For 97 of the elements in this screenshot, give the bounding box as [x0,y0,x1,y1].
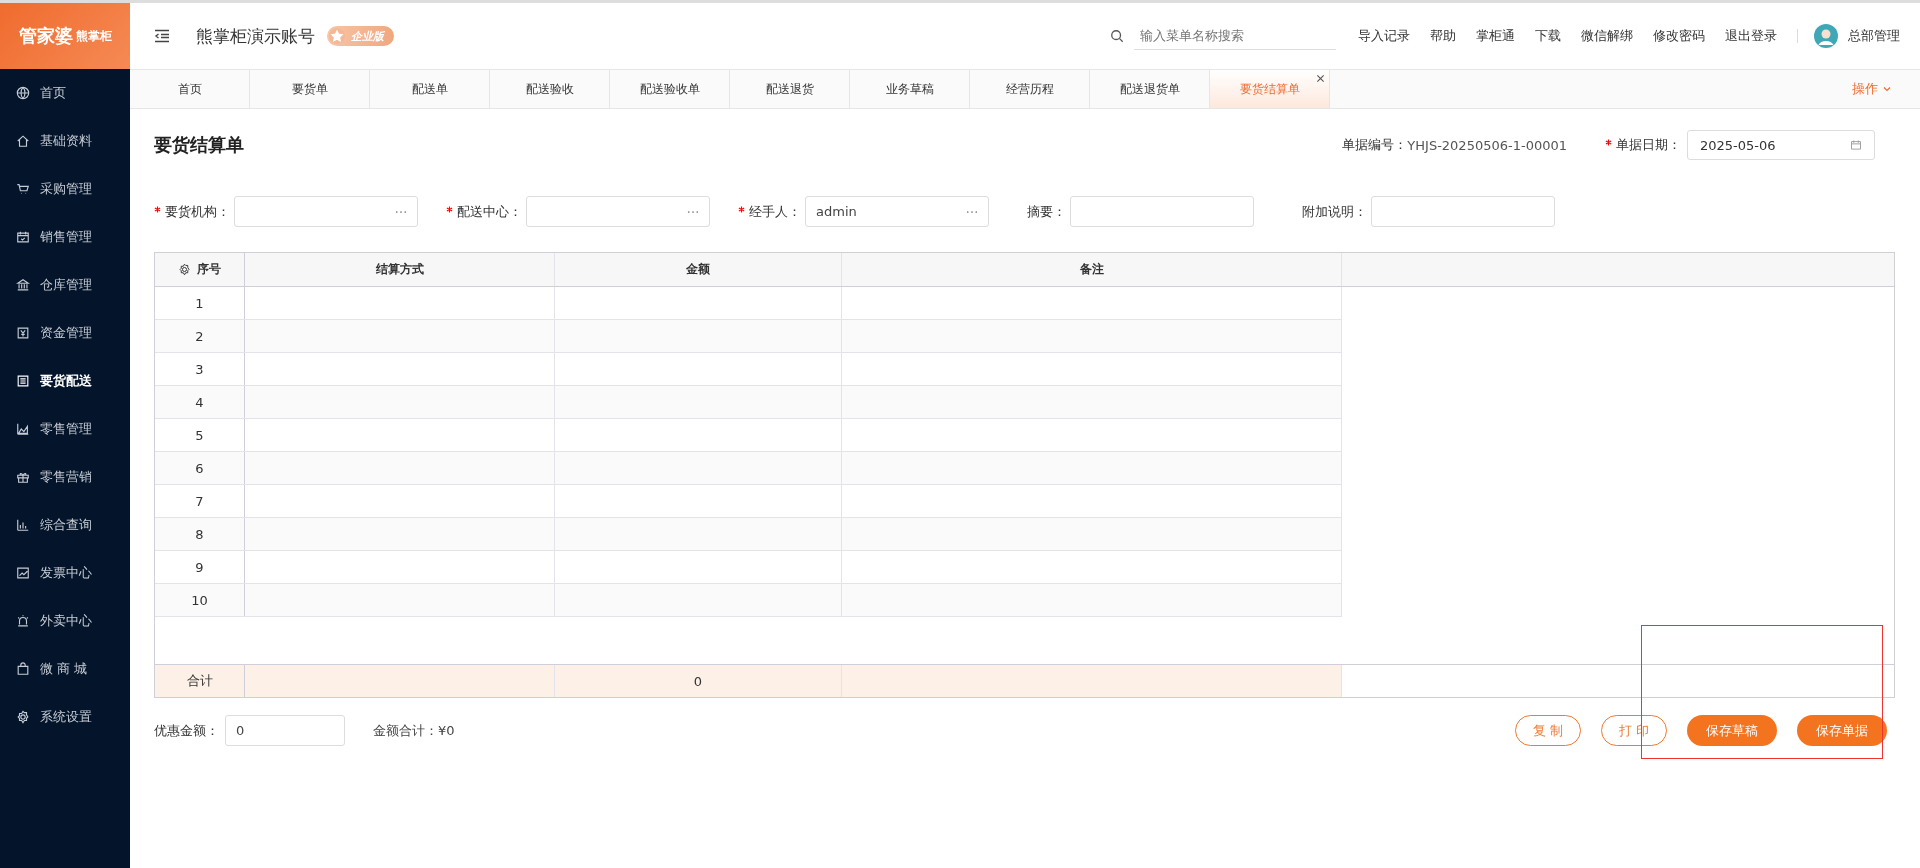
required-icon [1605,139,1612,146]
sidebar-item[interactable]: 要货配送 [0,357,130,405]
list-icon [16,374,30,388]
sidebar-item[interactable]: 发票中心 [0,549,130,597]
cart-icon [16,182,30,196]
row-number: 1 [155,287,245,319]
picker-field[interactable] [234,196,418,227]
page-tab[interactable]: 配送验收 [490,70,610,108]
column-title: 序号 [197,261,221,278]
picker-field[interactable]: admin [805,196,989,227]
sidebar-item[interactable]: 采购管理 [0,165,130,213]
money-icon [16,326,30,340]
more-icon [395,209,407,214]
sidebar-item[interactable]: 零售营销 [0,453,130,501]
sidebar-item[interactable]: 仓库管理 [0,261,130,309]
page-title: 要货结算单 [154,133,244,157]
trend-icon [16,566,30,580]
logo-brand: 管家婆 [18,24,73,48]
sidebar-item[interactable]: 首页 [0,69,130,117]
sidebar-item[interactable]: 系统设置 [0,693,130,741]
globe-icon [16,86,30,100]
row-number: 8 [155,518,245,550]
required-icon [738,205,745,213]
more-icon [966,209,978,214]
menu-icon[interactable] [154,28,170,44]
sidebar-item[interactable]: 微 商 城 [0,645,130,693]
total-cell: 0 [555,665,842,697]
header-link[interactable]: 帮助 [1430,27,1456,45]
sidebar-item[interactable]: 综合查询 [0,501,130,549]
bank-icon [16,278,30,292]
search-icon [1110,29,1124,43]
field-label: 经手人： [738,202,801,221]
header-link[interactable]: 掌柜通 [1476,27,1515,45]
row-number: 9 [155,551,245,583]
input-field[interactable] [1070,196,1254,227]
alarm-icon [16,614,30,628]
home-icon [16,134,30,148]
row-number: 2 [155,320,245,352]
calendar-icon [1850,139,1862,151]
area-icon [16,422,30,436]
calendar-icon [16,230,30,244]
header-link[interactable]: 退出登录 [1725,27,1777,45]
header-link[interactable]: 修改密码 [1653,27,1705,45]
required-icon [154,205,161,213]
field-label: 要货机构： [154,202,230,221]
avatar-icon [1814,24,1838,48]
total-label: 合计 [155,665,245,697]
caret-icon [1882,84,1892,94]
field-label: 摘要： [1027,202,1066,221]
sidebar-item[interactable]: 资金管理 [0,309,130,357]
sidebar-item[interactable]: 销售管理 [0,213,130,261]
more-icon [687,209,699,214]
picker-field[interactable] [526,196,710,227]
field-label: 单据编号： [1342,136,1408,152]
required-icon [446,205,453,213]
header-link[interactable]: 微信解绑 [1581,27,1633,45]
row-number: 7 [155,485,245,517]
account-title: 熊掌柜演示账号 [196,24,315,48]
sidebar-item[interactable]: 基础资料 [0,117,130,165]
amount-total: 金额合计：¥0 [373,721,455,740]
field-label: 附加说明： [1302,202,1367,221]
sidebar-item[interactable]: 零售管理 [0,405,130,453]
close-icon[interactable] [1316,74,1325,83]
gift-icon [16,470,30,484]
date-field[interactable]: 2025-05-06 [1687,130,1875,160]
user-name[interactable]: 总部管理 [1848,27,1900,45]
page-tab[interactable]: 首页 [130,70,250,108]
header-link[interactable]: 下载 [1535,27,1561,45]
row-number: 10 [155,584,245,616]
page-tab[interactable]: 经营历程 [970,70,1090,108]
page-tab[interactable]: 配送验收单 [610,70,730,108]
gear-icon [16,710,30,724]
page-tab[interactable]: 要货单 [250,70,370,108]
row-number: 3 [155,353,245,385]
bars-icon [16,518,30,532]
field-label: 单据日期： [1605,136,1681,154]
logo-subtitle: 熊掌柜 [75,27,112,45]
column-header: 结算方式 [245,253,555,286]
settings-icon[interactable] [178,263,191,276]
input-field[interactable] [1371,196,1555,227]
page-tab[interactable]: 配送单 [370,70,490,108]
field-label: 配送中心： [446,202,522,221]
bag-icon [16,662,30,676]
page-tab[interactable]: 配送退货 [730,70,850,108]
discount-field[interactable]: 0 [225,715,345,746]
row-number: 6 [155,452,245,484]
star-icon [329,28,345,44]
row-number: 5 [155,419,245,451]
document-number: YHJS-20250506-1-00001 [1407,137,1567,153]
column-header: 金额 [555,253,842,286]
header-link[interactable]: 导入记录 [1358,27,1410,45]
column-header: 备注 [842,253,1342,286]
field-label: 优惠金额： [154,721,219,740]
edition-badge: 企业版 [327,26,394,46]
row-number: 4 [155,386,245,418]
sidebar-item[interactable]: 外卖中心 [0,597,130,645]
page-tab[interactable]: 业务草稿 [850,70,970,108]
